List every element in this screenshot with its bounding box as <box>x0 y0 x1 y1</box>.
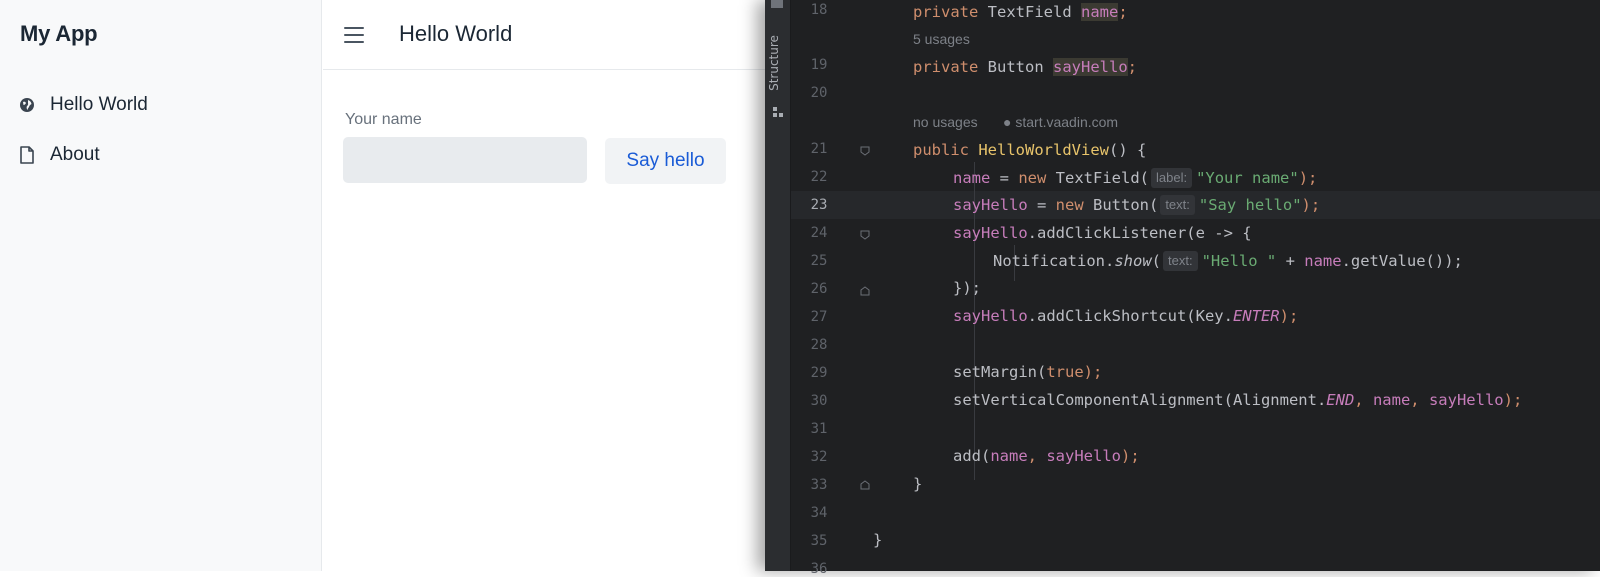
line-number: 26 <box>810 281 828 297</box>
code-line-32: add(name, sayHello); <box>953 447 1140 465</box>
code-line-33: } <box>913 475 923 493</box>
nav-item-hello-world[interactable]: Hello World <box>18 86 148 124</box>
globe-icon <box>18 96 36 114</box>
line-number: 27 <box>810 309 828 325</box>
file-icon <box>18 146 36 164</box>
line-number: 22 <box>810 169 828 185</box>
code-line-22: name = new TextField(label: "Your name"); <box>953 168 1318 188</box>
menu-toggle-icon[interactable] <box>343 24 365 46</box>
tool-window-strip: Structure <box>765 0 791 571</box>
person-icon: ● <box>1003 114 1016 130</box>
fold-end-marker-icon[interactable] <box>860 480 870 490</box>
code-line-25: Notification.show(text: "Hello " + name.g… <box>993 251 1463 271</box>
name-input[interactable] <box>343 137 587 183</box>
name-field-label: Your name <box>345 111 422 128</box>
usages-hint[interactable]: 5 usages <box>913 31 970 47</box>
line-number: 29 <box>810 365 828 381</box>
vaadin-app-preview: My App Hello World About Hello World You… <box>0 0 765 571</box>
line-number: 24 <box>810 225 828 241</box>
line-number: 34 <box>810 505 828 521</box>
param-hint: label: <box>1150 168 1193 188</box>
app-brand: My App <box>20 21 98 46</box>
line-number: 28 <box>810 337 828 353</box>
line-number-current: 23 <box>810 197 828 213</box>
line-number: 25 <box>810 253 828 269</box>
line-number: 33 <box>810 477 828 493</box>
usages-hint[interactable]: no usages <box>913 114 978 130</box>
code-line-19: private Button sayHello; <box>913 58 1138 76</box>
structure-tab[interactable]: Structure <box>767 35 781 91</box>
structure-icon <box>773 107 783 117</box>
line-number: 20 <box>810 85 828 101</box>
code-line-27: sayHello.addClickShortcut(Key.ENTER); <box>953 307 1299 325</box>
param-hint: text: <box>1160 195 1195 215</box>
code-line-23: sayHello = new Button(text: "Say hello"); <box>953 195 1321 215</box>
code-line-35: } <box>873 531 883 549</box>
app-drawer: My App Hello World About <box>0 0 322 571</box>
line-number: 31 <box>810 421 828 437</box>
tool-strip-handle <box>771 0 783 8</box>
author-hint[interactable]: ● start.vaadin.com <box>1003 114 1118 130</box>
line-number: 35 <box>810 533 828 549</box>
line-number: 32 <box>810 449 828 465</box>
line-number: 19 <box>810 57 828 73</box>
say-hello-button[interactable]: Say hello <box>605 138 726 184</box>
fold-end-marker-icon[interactable] <box>860 286 870 296</box>
fold-marker-icon[interactable] <box>860 230 870 240</box>
code-line-21: public HelloWorldView() { <box>913 141 1147 159</box>
code-line-26: }); <box>953 279 981 297</box>
line-number: 30 <box>810 393 828 409</box>
fold-marker-icon[interactable] <box>860 146 870 156</box>
line-number: 21 <box>810 141 828 157</box>
page-title: Hello World <box>399 21 513 46</box>
line-number: 18 <box>810 2 828 18</box>
code-line-24: sayHello.addClickListener(e -> { <box>953 224 1252 242</box>
code-line-29: setMargin(true); <box>953 363 1103 381</box>
nav-item-label: About <box>50 144 100 165</box>
line-number: 36 <box>810 561 828 577</box>
nav-item-label: Hello World <box>50 94 148 115</box>
code-line-18: private TextField name; <box>913 3 1128 21</box>
param-hint: text: <box>1163 251 1198 271</box>
app-navbar: Hello World <box>323 0 765 70</box>
code-line-30: setVerticalComponentAlignment(Alignment.… <box>953 391 1523 409</box>
nav-item-about[interactable]: About <box>18 136 100 174</box>
ide-editor-window: Structure 18 19 20 21 22 23 24 25 26 27 … <box>765 0 1600 577</box>
